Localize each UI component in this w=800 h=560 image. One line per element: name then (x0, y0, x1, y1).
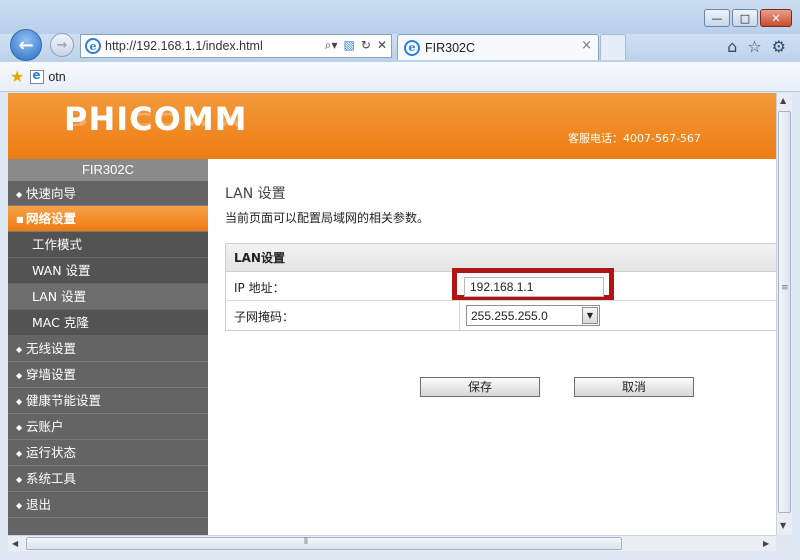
bullet-icon: ◆ (16, 475, 23, 484)
page-title: LAN 设置 (225, 186, 286, 202)
browser-navbar: ← → e http://192.168.1.1/index.html ⌕▾ ▧… (0, 29, 800, 62)
back-arrow-icon: ← (18, 34, 34, 56)
vertical-scroll-thumb[interactable] (778, 111, 791, 513)
hotline-text: 客服电话：4007-567-567 (568, 132, 701, 145)
bullet-icon: ◆ (16, 345, 23, 354)
favorites-star-icon[interactable]: ☆ (747, 37, 761, 56)
model-name: FIR302C (8, 159, 208, 181)
cancel-button[interactable]: 取消 (574, 377, 694, 397)
forward-button[interactable]: → (50, 33, 74, 57)
subnet-mask-row: 子网掩码： 255.255.255.0 ▼ (226, 301, 776, 330)
bullet-icon: ◆ (16, 371, 23, 380)
address-tools: ⌕▾ ▧ ↻ ✕ (325, 38, 387, 53)
scroll-up-icon[interactable]: ▲ (780, 96, 786, 105)
sidebar-item-health-energy[interactable]: ◆ 健康节能设置 (8, 388, 208, 414)
main-content: LAN 设置 当前页面可以配置局域网的相关参数。 LAN设置 IP 地址： 19… (208, 159, 776, 535)
ip-address-label: IP 地址： (234, 281, 285, 295)
scroll-grip-icon: ≡ (781, 283, 789, 293)
page-description: 当前页面可以配置局域网的相关参数。 (225, 211, 430, 225)
bullet-icon: ■ (16, 215, 24, 224)
stop-icon[interactable]: ✕ (377, 38, 387, 53)
save-button[interactable]: 保存 (420, 377, 540, 397)
compat-view-icon[interactable]: ▧ (344, 38, 355, 53)
bullet-icon: ◆ (16, 501, 23, 510)
sidebar-item-run-status[interactable]: ◆ 运行状态 (8, 440, 208, 466)
tab-title: FIR302C (425, 40, 476, 55)
sidebar-item-logout[interactable]: ◆ 退出 (8, 492, 208, 518)
lan-settings-panel: LAN设置 IP 地址： 192.168.1.1 子网掩码： 255.255.2… (225, 243, 776, 331)
sidebar-subitem-work-mode[interactable]: 工作模式 (8, 232, 208, 258)
ie-icon: e (85, 38, 101, 54)
ie-icon: e (404, 39, 420, 56)
sidebar-item-label: 无线设置 (26, 341, 77, 356)
sidebar-item-label: 云账户 (26, 419, 64, 434)
window-controls: — □ ✕ (704, 9, 792, 27)
bullet-icon: ◆ (16, 190, 23, 199)
scroll-right-icon[interactable]: ▶ (763, 539, 769, 548)
sidebar-item-label: 网络设置 (26, 211, 77, 226)
refresh-icon[interactable]: ↻ (361, 38, 371, 53)
ip-address-input[interactable]: 192.168.1.1 (464, 277, 604, 297)
scrollbar-corner (776, 535, 792, 551)
sidebar-item-label: 系统工具 (26, 471, 77, 486)
bullet-icon: ◆ (16, 423, 23, 432)
subnet-mask-label: 子网掩码： (234, 310, 295, 324)
sidebar-subitem-lan[interactable]: LAN 设置 (8, 284, 208, 310)
sidebar-item-label: 穿墙设置 (26, 367, 77, 382)
sidebar-item-label: 健康节能设置 (26, 393, 102, 408)
gear-icon[interactable]: ⚙ (772, 37, 786, 56)
sidebar-subitem-mac-clone[interactable]: MAC 克隆 (8, 310, 208, 336)
subnet-mask-select[interactable]: 255.255.255.0 ▼ (466, 305, 600, 326)
row-divider (459, 301, 460, 330)
sidebar-item-cloud-account[interactable]: ◆ 云账户 (8, 414, 208, 440)
horizontal-scroll-thumb[interactable] (26, 537, 622, 550)
page-icon (30, 68, 45, 84)
new-tab-button[interactable] (600, 34, 626, 60)
bullet-icon: ◆ (16, 449, 23, 458)
tab-fir302c[interactable]: e FIR302C × (397, 34, 599, 60)
favorites-bar: ★ otn (0, 62, 800, 92)
sidebar-item-system-tools[interactable]: ◆ 系统工具 (8, 466, 208, 492)
home-icon[interactable]: ⌂ (727, 37, 737, 56)
favorites-add-icon[interactable]: ★ (10, 67, 24, 86)
maximize-button[interactable]: □ (732, 9, 758, 27)
address-bar[interactable]: e http://192.168.1.1/index.html ⌕▾ ▧ ↻ ✕ (80, 34, 392, 58)
chevron-down-icon[interactable]: ▼ (582, 307, 598, 324)
back-button[interactable]: ← (10, 29, 42, 61)
sidebar-item-wireless[interactable]: ◆ 无线设置 (8, 336, 208, 362)
vertical-scrollbar[interactable]: ▲ ≡ ▼ (776, 93, 792, 535)
sidebar-item-quick-wizard[interactable]: ◆ 快速向导 (8, 181, 208, 206)
sidebar-item-wall-penetration[interactable]: ◆ 穿墙设置 (8, 362, 208, 388)
page-viewport: PHICOMM PHICOMM 客服电话：4007-567-567 FIR302… (8, 93, 776, 535)
ip-address-row: IP 地址： 192.168.1.1 (226, 268, 776, 301)
router-sidebar: FIR302C ◆ 快速向导 ■ 网络设置 工作模式 WAN 设置 LAN 设置 M… (8, 159, 208, 535)
router-header: PHICOMM PHICOMM 客服电话：4007-567-567 (8, 93, 776, 159)
sidebar-item-label: 快速向导 (26, 186, 77, 201)
horizontal-scrollbar[interactable]: ◀ ⦀ ▶ (8, 535, 776, 551)
bullet-icon: ◆ (16, 397, 23, 406)
search-icon[interactable]: ⌕▾ (325, 38, 338, 53)
sidebar-subitem-wan[interactable]: WAN 设置 (8, 258, 208, 284)
sidebar-item-label: 运行状态 (26, 445, 77, 460)
sidebar-item-network-settings[interactable]: ■ 网络设置 (8, 206, 208, 232)
scroll-down-icon[interactable]: ▼ (780, 521, 786, 530)
window-titlebar: — □ ✕ (0, 0, 800, 34)
scroll-grip-icon: ⦀ (304, 537, 308, 547)
forward-arrow-icon: → (56, 37, 68, 53)
brand-logo-reflection: PHICOMM (64, 108, 248, 130)
url-text[interactable]: http://192.168.1.1/index.html (105, 39, 263, 53)
scroll-left-icon[interactable]: ◀ (12, 539, 18, 548)
tab-close-icon[interactable]: × (581, 38, 592, 53)
minimize-button[interactable]: — (704, 9, 730, 27)
favorite-link-otn[interactable]: otn (48, 70, 65, 84)
sidebar-item-label: 退出 (26, 497, 52, 512)
subnet-mask-value: 255.255.255.0 (471, 308, 548, 323)
close-window-button[interactable]: ✕ (760, 9, 792, 27)
browser-toolbar-icons: ⌂ ☆ ⚙ (727, 37, 786, 56)
